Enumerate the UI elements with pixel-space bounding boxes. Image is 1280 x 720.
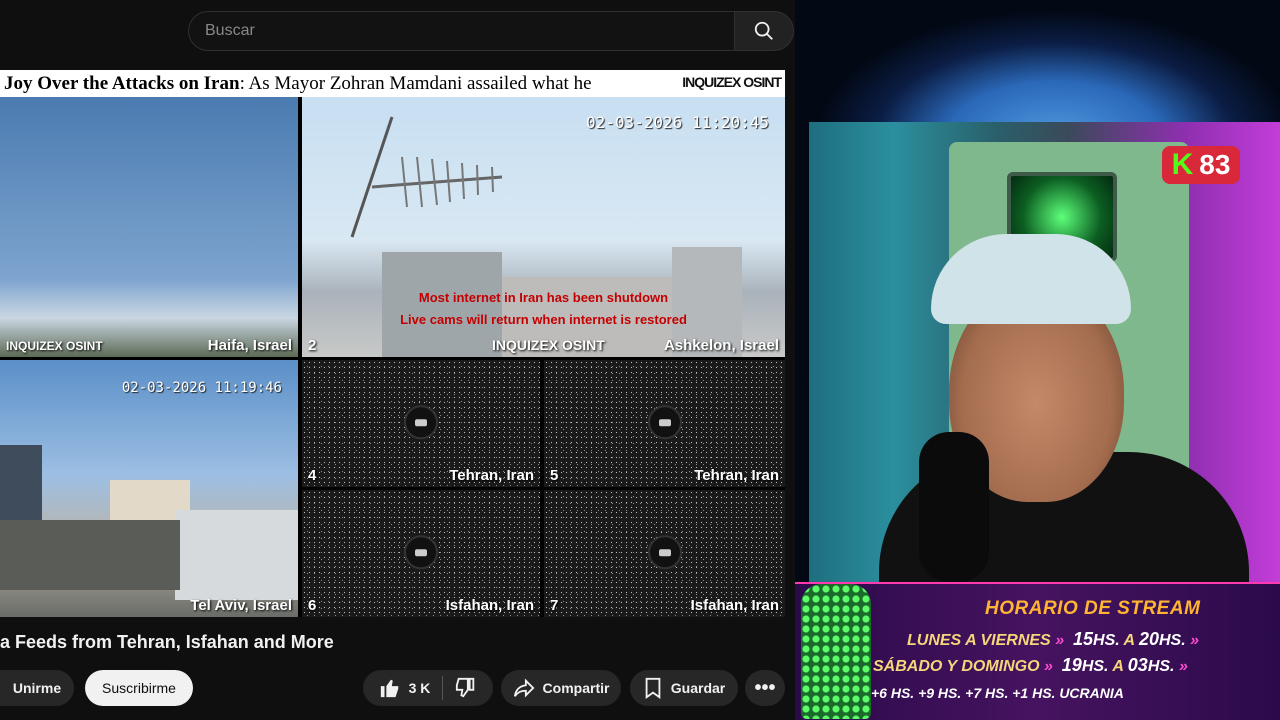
- camera-location: Isfahan, Iran: [690, 597, 779, 614]
- camera-timestamp: 02-03-2026 11:19:46: [121, 380, 282, 396]
- bookmark-icon: [645, 677, 661, 699]
- schedule-start: 19: [1061, 655, 1082, 675]
- wall: [0, 520, 180, 590]
- earth-background: [795, 0, 1280, 122]
- iran-notice: Most internet in Iran has been shutdown …: [302, 287, 785, 331]
- schedule-end: 20: [1138, 629, 1159, 649]
- like-dislike-group: 3 K: [363, 670, 493, 706]
- arrow-icon: »: [1044, 658, 1058, 675]
- schedule-separator: A: [1112, 658, 1124, 675]
- streamer-overlay: K 83 HORARIO DE STREAM LUNES A VIERNES »…: [795, 0, 1280, 720]
- kick-viewer-badge: K 83: [1162, 146, 1240, 184]
- watermark: INQUIZEX OSINT: [6, 339, 103, 353]
- camera-location: Tehran, Iran: [449, 467, 534, 484]
- schedule-unit: HS.: [1081, 658, 1109, 675]
- camera-grid: INQUIZEX OSINT Haifa, Israel 02-03-2026 …: [0, 97, 785, 617]
- arrow-icon: »: [1055, 632, 1069, 649]
- ticker-text: : As Mayor Zohran Mamdani assailed what …: [239, 73, 592, 94]
- watermark: INQUIZEX OSINT: [492, 337, 605, 353]
- camera-number: 2: [308, 337, 317, 354]
- schedule-weekdays: LUNES A VIERNES » 15HS. A 20HS. »: [907, 629, 1199, 650]
- ticker-logo: INQUIZEX OSINT: [676, 74, 782, 90]
- schedule-start: 15: [1072, 629, 1094, 649]
- cactus-mascot-icon: [801, 584, 871, 719]
- camera-haifa: INQUIZEX OSINT Haifa, Israel: [0, 97, 298, 357]
- arrow-icon: »: [1190, 632, 1200, 649]
- camera-location: Tel Aviv, Israel: [190, 597, 292, 614]
- schedule-weekend: SÁBADO Y DOMINGO » 19HS. A 03HS. »: [873, 655, 1188, 676]
- camera-isfahan-7: 7 Isfahan, Iran: [544, 490, 785, 617]
- camera-number: 7: [550, 597, 559, 614]
- camera-tehran-5: 5 Tehran, Iran: [544, 360, 785, 487]
- timezone-list: +6 HS. +9 HS. +7 HS. +1 HS. UCRANIA: [871, 685, 1124, 701]
- arrow-icon: »: [1178, 658, 1188, 675]
- camera-location: Ashkelon, Israel: [663, 337, 779, 354]
- camera-location: Isfahan, Iran: [445, 597, 534, 614]
- subscribe-button[interactable]: Suscribirme: [85, 670, 193, 706]
- lens-icon: [404, 404, 438, 439]
- thumbs-up-icon[interactable]: [379, 677, 401, 699]
- webcam-feed: K 83: [809, 122, 1280, 582]
- viewer-count: 83: [1199, 149, 1231, 180]
- schedule-unit: HS.: [1093, 632, 1120, 649]
- youtube-panel: Buscar Joy Over the Attacks on Iran: As …: [0, 0, 795, 720]
- camera-tehran-4: 4 Tehran, Iran: [302, 360, 540, 487]
- camera-timestamp: 02-03-2026 11:20:45: [585, 113, 769, 132]
- search-button[interactable]: [734, 11, 794, 51]
- video-title: a Feeds from Tehran, Isfahan and More: [0, 632, 334, 652]
- iran-notice-line: Live cams will return when internet is r…: [400, 312, 687, 327]
- camera-isfahan-6: 6 Isfahan, Iran: [302, 490, 540, 617]
- camera-number: 4: [308, 467, 317, 484]
- antenna-icon: [350, 116, 503, 238]
- screen: Buscar Joy Over the Attacks on Iran: As …: [0, 0, 1280, 720]
- camera-telaviv: 02-03-2026 11:19:46 Tel Aviv, Israel: [0, 360, 298, 617]
- save-button[interactable]: Guardar: [630, 670, 738, 706]
- schedule-separator: A: [1123, 632, 1135, 649]
- ticker-headline: Joy Over the Attacks on Iran: [4, 73, 240, 94]
- building: [175, 510, 298, 600]
- lens-icon: [647, 534, 682, 569]
- share-label: Compartir: [542, 680, 610, 696]
- camera-number: 5: [550, 467, 559, 484]
- divider: [442, 676, 444, 700]
- schedule-unit: HS.: [1159, 632, 1186, 649]
- share-button[interactable]: Compartir: [501, 670, 621, 706]
- schedule-days: LUNES A VIERNES: [907, 632, 1051, 649]
- microphone-icon: [919, 432, 989, 582]
- schedule-end: 03: [1127, 655, 1148, 675]
- schedule-days: SÁBADO Y DOMINGO: [873, 658, 1040, 675]
- lens-icon: [404, 534, 438, 569]
- camera-location: Haifa, Israel: [207, 337, 292, 354]
- schedule-title: HORARIO DE STREAM: [985, 598, 1201, 619]
- search-icon: [754, 21, 773, 40]
- search-bar: Buscar: [0, 0, 795, 62]
- camera-number: 6: [308, 597, 317, 614]
- share-icon: [513, 678, 535, 698]
- thumbs-down-icon[interactable]: [455, 677, 477, 699]
- schedule-unit: HS.: [1147, 658, 1175, 675]
- iran-notice-line: Most internet in Iran has been shutdown: [418, 290, 669, 305]
- search-input[interactable]: Buscar: [188, 11, 734, 51]
- stream-schedule: HORARIO DE STREAM LUNES A VIERNES » 15HS…: [795, 582, 1280, 720]
- like-count[interactable]: 3 K: [409, 680, 431, 696]
- news-ticker: Joy Over the Attacks on Iran: As Mayor Z…: [0, 70, 785, 97]
- kick-icon: K: [1171, 148, 1194, 181]
- join-button[interactable]: Unirme: [0, 670, 74, 706]
- more-actions-button[interactable]: •••: [745, 670, 785, 706]
- lens-icon: [647, 404, 682, 439]
- camera-location: Tehran, Iran: [694, 467, 779, 484]
- save-label: Guardar: [670, 680, 726, 696]
